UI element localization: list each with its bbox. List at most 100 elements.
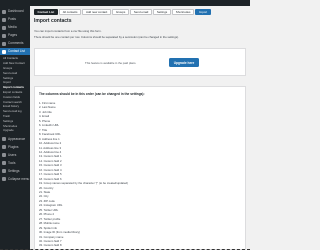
submenu-label: Trash [3,113,11,118]
submenu-label: Custom fields [3,94,20,99]
sidebar-item-label: Users [8,152,17,157]
sidebar-item-users[interactable]: Users [0,152,30,159]
column-list-item: 26. Phone 2 [39,212,55,217]
wrench-icon [2,161,6,166]
sidebar-item-comments[interactable]: Comments [0,40,30,47]
submenu-label: Contact search [3,99,22,104]
column-list-item: 33. Custom field 8 [39,243,62,248]
column-list-item: 15. Custom field 3 [39,163,62,168]
column-list-item: 17. Custom field 5 [39,172,62,177]
column-list-item: 12. Address line 4 [39,149,62,154]
submenu-label: Import [3,80,11,85]
column-list-item: 21. State [39,190,51,194]
page-icon [2,33,6,38]
column-list-item: 9. Address line 1 [39,136,60,141]
submenu-label: All Contacts [3,56,18,61]
tab-add-new-contact[interactable]: Add new contact [82,9,111,15]
upgrade-button[interactable]: Upgrade here [169,58,199,67]
column-list-item: 29. Spider info [39,225,58,230]
sidebar-item-label: Pages [8,32,18,37]
sidebar-item-media[interactable]: Media [0,24,30,31]
user-icon [2,153,6,158]
submenu-label: Send email [3,70,17,75]
sidebar-item-tools[interactable]: Tools [0,160,30,167]
column-list-item: 30. Image ID (from media library) [39,230,81,235]
column-list-item: 10. Address line 2 [39,141,62,146]
tab-shortcodes[interactable]: Shortcodes [172,9,194,15]
plugin-icon [2,145,6,150]
column-list-item: 16. Custom field 4 [39,167,62,172]
intro-text: You can import contacts from a csv file … [34,29,102,33]
sidebar-item-label: Posts [8,16,16,21]
brush-icon [2,137,6,142]
media-icon [2,25,6,30]
admin-bar [0,0,250,6]
top-nav-tabs: Contact List All contacts Add new contact G… [34,9,211,15]
notice-text: This feature is available in the paid pl… [85,61,137,65]
sidebar-item-contact-list[interactable]: Contact List [0,48,30,55]
column-list-item: 8. Facebook URL [39,132,61,137]
sidebar-item-settings[interactable]: Settings [0,168,30,175]
format-text: There should be one contact per row. Col… [34,35,179,39]
column-list-item: 6. LinkedIn URL [39,123,60,128]
pin-icon [2,17,6,22]
tab-send-email[interactable]: Send email [130,9,152,15]
submenu-label: Send email log [3,109,22,114]
tab-import[interactable]: Import [195,9,211,15]
sidebar-item-label: Appearance [8,136,26,141]
column-list-item: 13. Custom field 1 [39,154,62,159]
column-list-item: 32. Custom field 7 [39,238,62,243]
sidebar-item-plugins[interactable]: Plugins [0,144,30,151]
sidebar-item-label: Media [8,24,17,29]
column-list-item: 3. Job title [39,109,52,114]
column-list-item: 31. Company name [39,234,64,239]
columns-panel: The columns should be in this order (can… [34,86,246,250]
sidebar-item-appearance[interactable]: Appearance [0,136,30,143]
submenu-label: Settings [3,75,14,80]
tab-all-contacts[interactable]: All contacts [59,9,81,15]
submenu-label: Add New Contact [3,61,25,66]
column-list-item: 2. Last Name [39,105,56,110]
column-list-item: 27. Twitter profile [39,216,61,221]
sidebar-item-label: Dashboard [8,8,24,13]
column-list-item: 14. Custom field 2 [39,158,62,163]
dashboard-icon [2,9,6,14]
column-list-item: 1. First name [39,101,56,105]
columns-title: The columns should be in this order (can… [39,92,145,96]
column-list-item: 28. Mobile name [39,221,60,226]
tab-contact-list[interactable]: Contact List [34,9,58,15]
submenu-label: Shortcodes [3,123,18,128]
sidebar-item-label: Plugins [8,144,19,149]
paid-feature-notice: This feature is available in the paid pl… [34,48,246,76]
sidebar-item-label: Collapse menu [8,176,30,181]
sidebar-item-collapse-menu[interactable]: Collapse menu [0,176,30,183]
submenu-label: Groups [3,65,13,70]
sidebar-item-pages[interactable]: Pages [0,32,30,39]
column-list-item: 18. Custom field 6 [39,176,62,181]
sidebar-item-label: Tools [8,160,16,165]
contacts-icon [2,49,6,54]
column-list-item: 22. City [39,194,49,199]
sidebar-item-dashboard[interactable]: Dashboard [0,8,30,15]
comment-icon [2,41,6,46]
submenu-label: Email history [3,104,20,109]
sidebar-item-label: Settings [8,168,20,173]
submenu-label: Upgrade [3,128,14,133]
sidebar-item-label: Comments [8,40,24,45]
tab-settings[interactable]: Settings [153,9,171,15]
column-list-item: 19. Group names separated by the charact… [39,181,129,186]
page-title: Import contacts [34,18,72,24]
column-list-item: 25. Twitter URL [39,207,59,212]
sidebar-item-posts[interactable]: Posts [0,16,30,23]
column-list-item: 4. Email [39,114,50,119]
tab-groups[interactable]: Groups [112,9,129,15]
column-list-item: 24. Instagram URL [39,203,63,208]
column-list-item: 11. Address line 3 [39,145,62,150]
sidebar-item-label: Contact List [8,48,25,53]
admin-sidebar: Dashboard Posts Media Pages Comments Contact … [0,6,30,250]
collapse-icon [2,177,6,182]
submenu-label: Import contacts [3,85,24,90]
column-list-item: 7. Title [39,127,48,132]
submenu-item[interactable]: Upgrade [0,129,30,134]
column-list-item: 23. ZIP code [39,198,55,203]
